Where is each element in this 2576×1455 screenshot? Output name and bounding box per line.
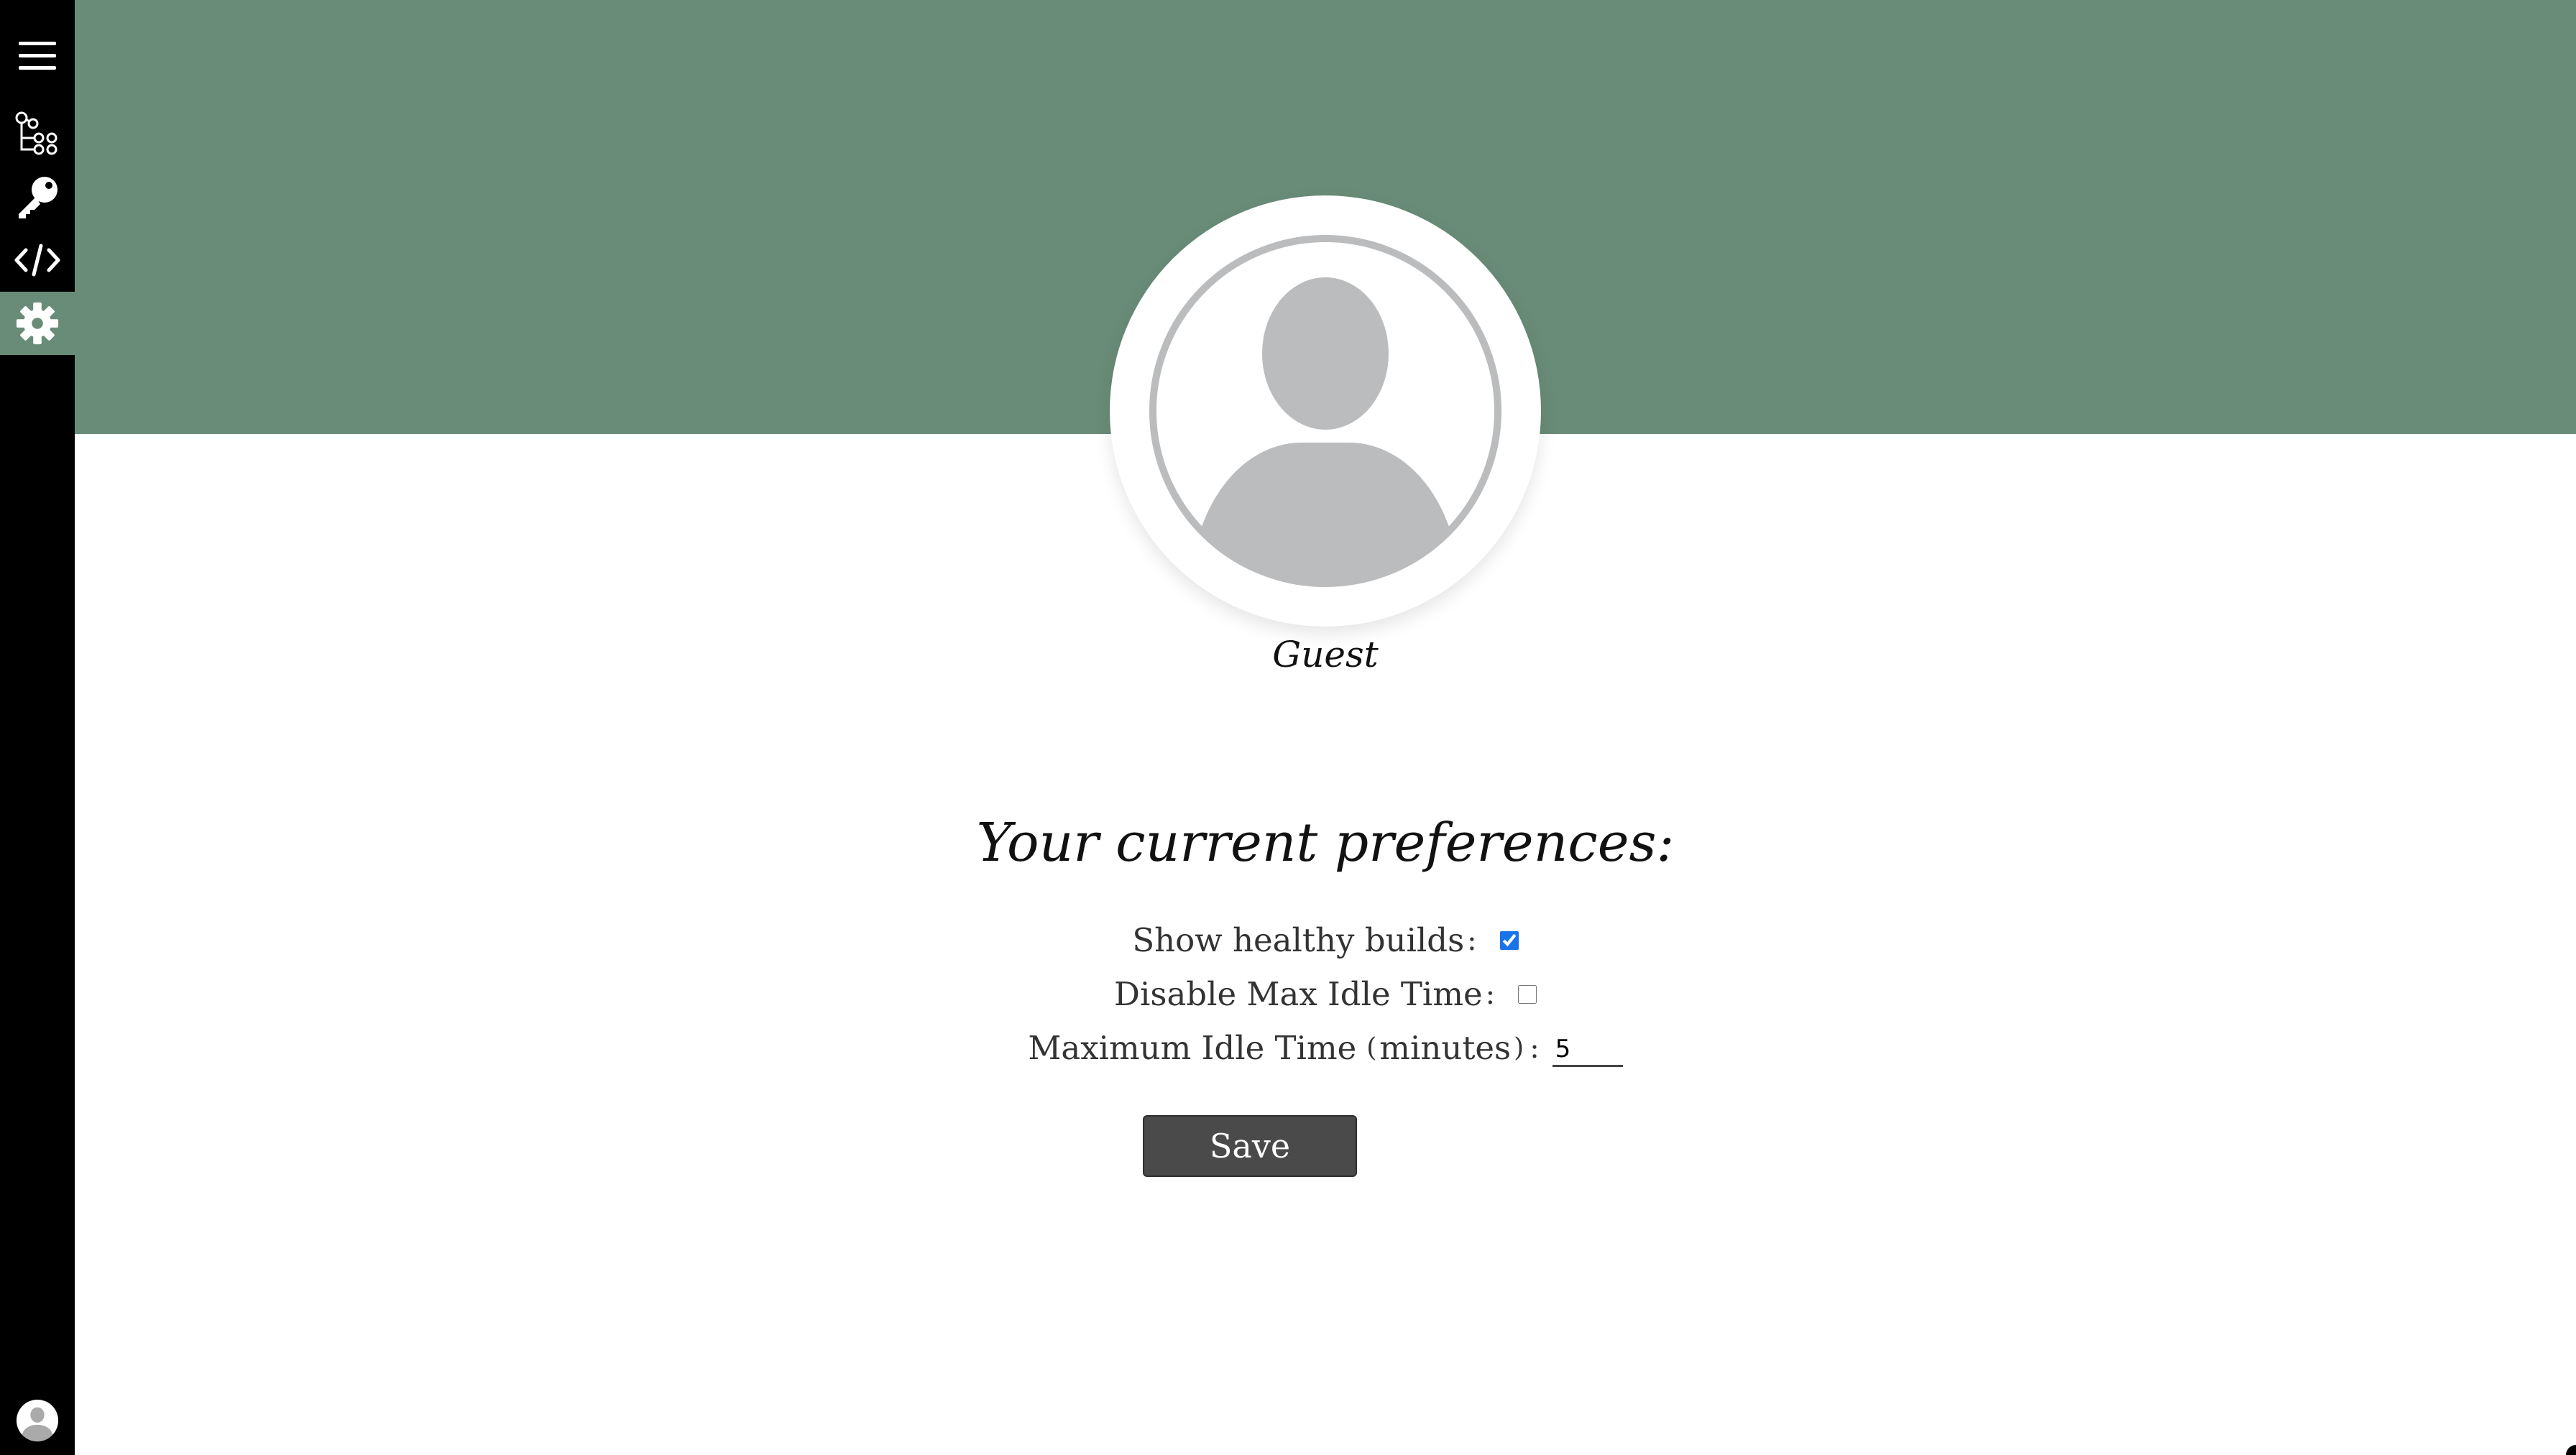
- pref-label: Show healthy builds: [1132, 921, 1465, 959]
- disable-max-idle-checkbox[interactable]: [1518, 984, 1537, 1004]
- max-idle-time-input[interactable]: [1552, 1029, 1623, 1067]
- pref-max-idle-time: Maximum Idle Time ( minutes ) :: [75, 1029, 2576, 1067]
- pref-show-healthy-builds: Show healthy builds :: [75, 921, 2576, 959]
- pref-paren-close: ): [1514, 1033, 1524, 1063]
- pref-label: Disable Max Idle Time: [1113, 975, 1483, 1013]
- pref-colon: :: [1530, 1031, 1540, 1065]
- pref-disable-max-idle: Disable Max Idle Time :: [75, 975, 2576, 1013]
- pref-colon: :: [1467, 923, 1477, 957]
- sidebar-item-code[interactable]: [0, 228, 75, 292]
- menu-icon: [19, 42, 56, 70]
- pref-colon: :: [1485, 977, 1496, 1011]
- pref-paren-open: (: [1366, 1033, 1377, 1063]
- profile-username: Guest: [1272, 634, 1379, 675]
- key-icon: [19, 177, 58, 218]
- code-icon: [14, 244, 60, 277]
- sidebar-item-settings[interactable]: [0, 292, 75, 355]
- sidebar-item-keys[interactable]: [0, 165, 75, 228]
- preferences-title: Your current preferences:: [976, 812, 1675, 874]
- save-button[interactable]: Save: [1143, 1115, 1357, 1177]
- user-menu-button[interactable]: [0, 1386, 75, 1455]
- pipeline-icon: [15, 111, 58, 155]
- user-avatar-icon: [16, 1399, 59, 1442]
- menu-button[interactable]: [0, 24, 75, 88]
- show-healthy-builds-checkbox[interactable]: [1499, 930, 1519, 950]
- pref-unit: minutes: [1379, 1029, 1512, 1067]
- main-content: Guest Your current preferences: Show hea…: [75, 0, 2576, 1455]
- pref-label: Maximum Idle Time: [1028, 1029, 1357, 1067]
- sidebar: [0, 0, 75, 1455]
- sidebar-item-pipelines[interactable]: [0, 102, 75, 165]
- gear-icon: [16, 302, 59, 345]
